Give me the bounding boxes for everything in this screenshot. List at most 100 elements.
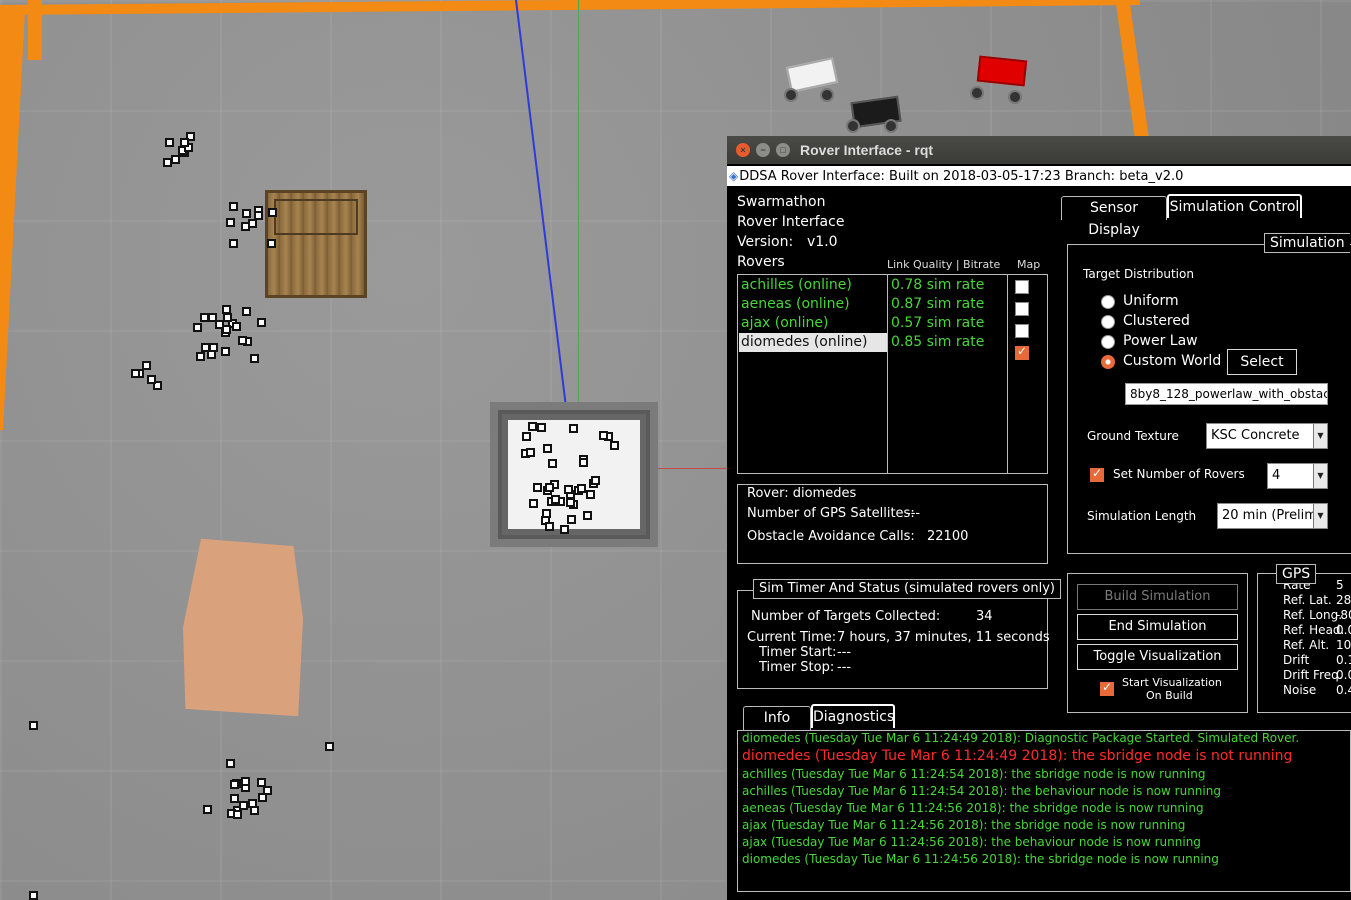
set-rovers-checkbox[interactable] (1090, 466, 1104, 482)
gps-row-value: 0.0 (1336, 668, 1351, 682)
rover-rate: 0.87 sim rate (891, 296, 985, 312)
target-tag (522, 432, 532, 442)
target-tag (541, 508, 551, 518)
target-tag (228, 239, 238, 249)
gps-row-value: 5 (1336, 578, 1344, 592)
rover-list-item[interactable]: achilles (online) (741, 276, 852, 295)
target-tag (171, 155, 181, 164)
arena-wall-right (1115, 0, 1149, 136)
gps-row-label: Ref. Lat. (1283, 593, 1332, 607)
set-rovers-label[interactable]: Set Number of Rovers (1113, 467, 1245, 481)
world-file-field[interactable]: 8by8_128_powerlaw_with_obstac (1125, 383, 1328, 405)
gps-row-value: 28 (1336, 593, 1351, 607)
gps-row-value: -80 (1336, 608, 1351, 622)
target-tag (228, 202, 238, 211)
target-tag (240, 222, 250, 231)
log-line: diomedes (Tuesday Tue Mar 6 11:24:49 201… (742, 731, 1300, 745)
link-quality-list[interactable]: 0.78 sim rate 0.87 sim rate 0.57 sim rat… (887, 274, 1008, 474)
tab-diagnostics[interactable]: Diagnostics (811, 704, 895, 728)
tab-info[interactable]: Info (743, 706, 811, 730)
obstacle-calls-value: 22100 (927, 529, 969, 544)
target-tag (564, 485, 574, 495)
sim-length-value: 20 min (Prelimi (1222, 508, 1321, 523)
radio-uniform[interactable] (1101, 295, 1115, 309)
map-header: Map (1017, 258, 1041, 271)
arena-wall-left (0, 10, 26, 430)
ground-texture-value: KSC Concrete (1211, 428, 1300, 443)
radio-uniform-label[interactable]: Uniform (1123, 293, 1179, 309)
sim-length-select[interactable]: 20 min (Prelimi ▼ (1217, 503, 1328, 529)
timer-stop-value: --- (837, 660, 852, 675)
target-tag (266, 238, 276, 248)
minimize-icon[interactable]: − (756, 143, 770, 157)
link-quality-header: Link Quality | Bitrate (887, 258, 1001, 271)
map-checkbox-diomedes[interactable] (1015, 344, 1029, 360)
targets-collected-label: Number of Targets Collected: (751, 609, 941, 624)
start-visualization-label-1[interactable]: Start Visualization (1122, 676, 1222, 689)
target-tag (567, 515, 577, 525)
build-simulation-button[interactable]: Build Simulation (1077, 584, 1238, 610)
rover-list-item-selected[interactable]: diomedes (online) (739, 333, 887, 352)
select-world-button[interactable]: Select (1227, 349, 1297, 375)
radio-power-law[interactable] (1101, 335, 1115, 349)
target-tag (528, 421, 538, 431)
chevron-down-icon: ▼ (1313, 424, 1327, 448)
toggle-visualization-button[interactable]: Toggle Visualization (1077, 644, 1238, 670)
radio-clustered[interactable] (1101, 315, 1115, 329)
gps-row-value: 0.1 (1336, 653, 1351, 667)
gps-group-title: GPS (1276, 564, 1317, 584)
close-icon[interactable]: × (736, 143, 750, 157)
target-tag (203, 805, 213, 815)
log-line: achilles (Tuesday Tue Mar 6 11:24:54 201… (742, 784, 1221, 798)
target-tag (577, 484, 587, 494)
maximize-icon[interactable]: □ (776, 143, 790, 157)
target-tag (164, 137, 174, 147)
map-checkbox-aeneas[interactable] (1015, 302, 1029, 316)
log-line-error: diomedes (Tuesday Tue Mar 6 11:24:49 201… (742, 748, 1293, 764)
radio-custom-world-label[interactable]: Custom World (1123, 353, 1221, 369)
map-checkbox-ajax[interactable] (1015, 324, 1029, 338)
radio-power-law-label[interactable]: Power Law (1123, 333, 1198, 349)
tab-sensor-display[interactable]: Sensor Display (1061, 196, 1167, 238)
target-tag (232, 322, 242, 332)
rover-list-item[interactable]: aeneas (online) (741, 295, 850, 314)
start-visualization-checkbox[interactable] (1100, 680, 1114, 696)
target-tag (536, 422, 546, 432)
map-checkbox-achilles[interactable] (1015, 280, 1029, 294)
target-tag (253, 211, 263, 221)
arena-wall-left-top (28, 0, 42, 60)
target-tag (147, 375, 157, 385)
rover-list-item[interactable]: ajax (online) (741, 314, 828, 333)
target-tag (547, 459, 557, 469)
window-titlebar[interactable]: × − □ Rover Interface - rqt (727, 136, 1351, 164)
target-tag (222, 313, 232, 323)
target-tag (199, 312, 209, 322)
rover-list[interactable]: achilles (online) aeneas (online) ajax (… (737, 274, 888, 474)
gps-group: Rate5Ref. Lat.28Ref. Long.-80Ref. Head.0… (1257, 573, 1351, 713)
target-tag (221, 324, 231, 334)
target-tag (586, 489, 596, 499)
map-toggle-list (1007, 274, 1048, 474)
ground-texture-select[interactable]: KSC Concrete ▼ (1206, 423, 1328, 449)
target-distribution-label: Target Distribution (1083, 267, 1194, 281)
target-tag (220, 346, 230, 356)
tab-simulation-control[interactable]: Simulation Control (1167, 194, 1302, 218)
radio-custom-world[interactable] (1101, 355, 1115, 369)
radio-clustered-label[interactable]: Clustered (1123, 313, 1190, 329)
rovers-count-select[interactable]: 4 ▼ (1267, 463, 1328, 489)
rover-interface-window: × − □ Rover Interface - rqt ◈DDSA Rover … (727, 136, 1351, 900)
start-visualization-label-2[interactable]: On Build (1146, 689, 1193, 702)
current-time-value: 7 hours, 37 minutes, 11 seconds (837, 630, 1050, 645)
gps-row-label: Ref. Long. (1283, 608, 1343, 622)
target-tag (237, 336, 247, 346)
target-tag (543, 443, 553, 453)
current-time-label: Current Time: (747, 630, 837, 645)
rover-rate: 0.78 sim rate (891, 277, 985, 293)
gps-row-label: Drift (1283, 653, 1310, 667)
target-tag (528, 499, 538, 509)
target-tag (240, 776, 250, 786)
log-line: achilles (Tuesday Tue Mar 6 11:24:54 201… (742, 767, 1206, 781)
end-simulation-button[interactable]: End Simulation (1077, 614, 1238, 640)
diagnostics-log[interactable]: diomedes (Tuesday Tue Mar 6 11:24:49 201… (737, 730, 1351, 892)
ground-texture-label: Ground Texture (1087, 429, 1179, 443)
